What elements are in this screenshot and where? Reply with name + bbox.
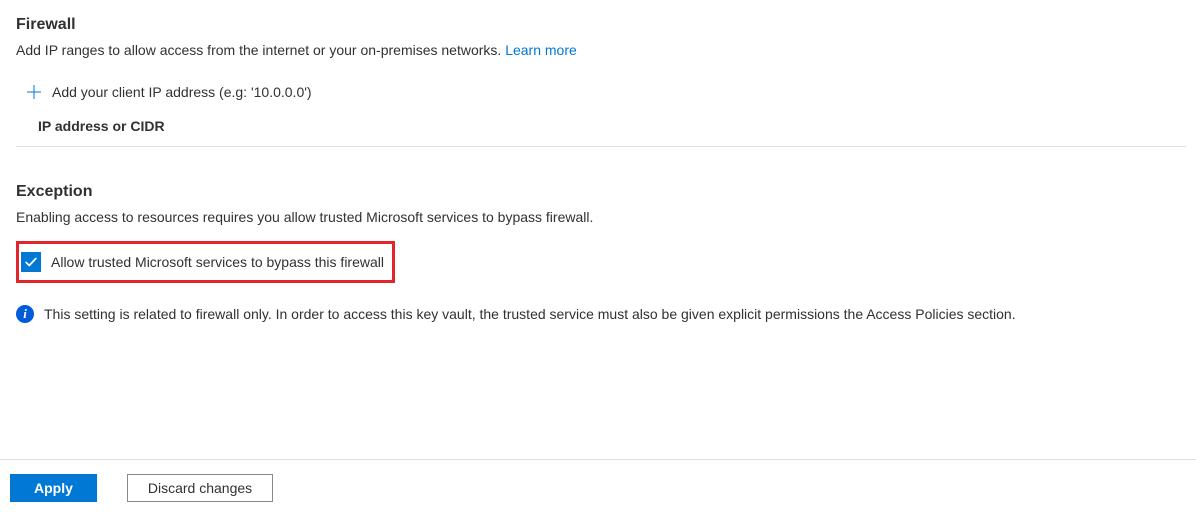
exception-section: Exception Enabling access to resources r… xyxy=(16,183,1186,323)
exception-heading: Exception xyxy=(16,183,1186,201)
add-client-ip-label: Add your client IP address (e.g: '10.0.0… xyxy=(52,84,312,100)
learn-more-link[interactable]: Learn more xyxy=(505,42,577,58)
plus-icon xyxy=(26,84,42,100)
discard-changes-button[interactable]: Discard changes xyxy=(127,474,273,502)
apply-button[interactable]: Apply xyxy=(10,474,97,502)
info-icon: i xyxy=(16,305,34,323)
info-row: i This setting is related to firewall on… xyxy=(16,305,1186,323)
info-text: This setting is related to firewall only… xyxy=(44,306,1016,322)
firewall-description: Add IP ranges to allow access from the i… xyxy=(16,42,1186,58)
allow-trusted-services-row: Allow trusted Microsoft services to bypa… xyxy=(16,241,395,283)
allow-trusted-services-checkbox[interactable] xyxy=(21,252,41,272)
ip-column-header: IP address or CIDR xyxy=(16,112,1186,147)
exception-description: Enabling access to resources requires yo… xyxy=(16,209,1186,225)
footer-actions: Apply Discard changes xyxy=(0,459,1196,502)
firewall-description-text: Add IP ranges to allow access from the i… xyxy=(16,42,505,58)
allow-trusted-services-label: Allow trusted Microsoft services to bypa… xyxy=(51,254,384,270)
firewall-section: Firewall Add IP ranges to allow access f… xyxy=(16,16,1186,147)
firewall-heading: Firewall xyxy=(16,16,1186,34)
add-client-ip-button[interactable]: Add your client IP address (e.g: '10.0.0… xyxy=(16,76,1186,112)
